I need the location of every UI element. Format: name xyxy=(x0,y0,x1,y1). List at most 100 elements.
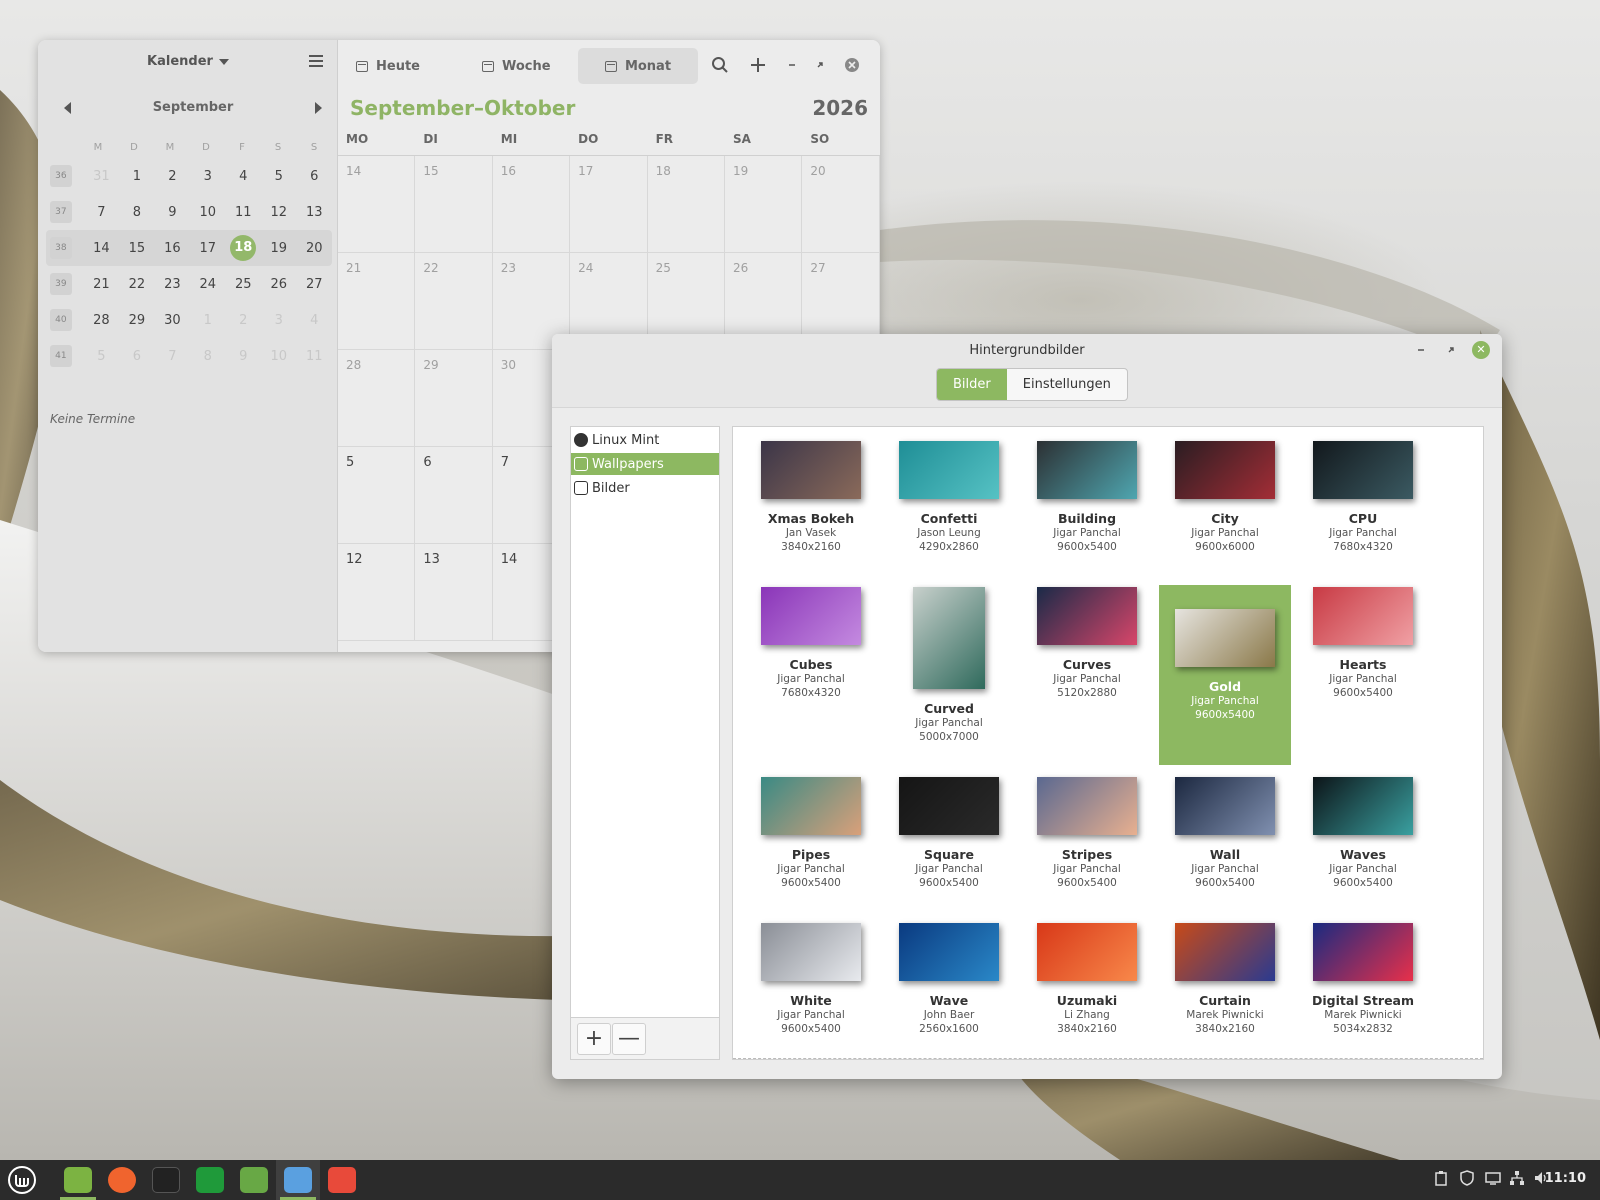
mini-day[interactable]: 27 xyxy=(296,277,331,292)
mini-day[interactable]: 1 xyxy=(119,169,154,184)
mini-day[interactable]: 3 xyxy=(190,169,225,184)
month-day-cell[interactable]: 13 xyxy=(415,544,493,640)
month-day-cell[interactable]: 18 xyxy=(648,156,725,252)
mini-day[interactable]: 24 xyxy=(190,277,225,292)
wallpaper-tile[interactable]: Cubes Jigar Panchal 7680x4320 xyxy=(745,585,877,700)
source-item[interactable]: Linux Mint xyxy=(571,429,719,451)
mini-day[interactable]: 26 xyxy=(261,277,296,292)
taskbar-app-launcher[interactable] xyxy=(56,1160,100,1200)
mini-day[interactable]: 30 xyxy=(155,313,190,328)
mini-day[interactable]: 1 xyxy=(190,313,225,328)
wallpaper-tile[interactable]: Wave John Baer 2560x1600 xyxy=(883,921,1015,1036)
month-day-cell[interactable]: 14 xyxy=(338,156,416,252)
wallpaper-tile[interactable]: White Jigar Panchal 9600x5400 xyxy=(745,921,877,1036)
clipboard-icon[interactable] xyxy=(1432,1170,1450,1188)
next-month-icon[interactable] xyxy=(315,102,322,114)
wallpaper-tile[interactable]: Stripes Jigar Panchal 9600x5400 xyxy=(1021,775,1153,890)
mini-day[interactable]: 5 xyxy=(84,349,119,364)
mini-day[interactable]: 6 xyxy=(119,349,154,364)
wallpaper-tile[interactable]: Square Jigar Panchal 9600x5400 xyxy=(883,775,1015,890)
month-day-cell[interactable]: 12 xyxy=(338,544,416,640)
remove-source-button[interactable]: — xyxy=(612,1023,646,1055)
tab-images[interactable]: Bilder xyxy=(937,369,1007,400)
month-day-cell[interactable]: 16 xyxy=(493,156,571,252)
hamburger-menu-icon[interactable] xyxy=(309,55,323,67)
maximize-icon[interactable] xyxy=(1442,341,1460,359)
mini-day[interactable]: 3 xyxy=(261,313,296,328)
mini-day-today[interactable]: 18 xyxy=(226,235,261,261)
mini-day[interactable]: 12 xyxy=(261,205,296,220)
mini-day[interactable]: 9 xyxy=(226,349,261,364)
network-icon[interactable] xyxy=(1508,1170,1526,1188)
close-icon[interactable]: ✕ xyxy=(1472,341,1490,359)
mini-day[interactable]: 6 xyxy=(296,169,331,184)
shield-icon[interactable] xyxy=(1458,1170,1476,1188)
wallpaper-tile[interactable]: Confetti Jason Leung 4290x2860 xyxy=(883,439,1015,554)
tab-settings[interactable]: Einstellungen xyxy=(1007,369,1127,400)
mini-day[interactable]: 19 xyxy=(261,241,296,256)
month-day-cell[interactable]: 21 xyxy=(338,253,416,349)
taskbar-app-launcher[interactable] xyxy=(188,1160,232,1200)
mini-day[interactable]: 9 xyxy=(155,205,190,220)
wallpaper-tile[interactable]: Gold Jigar Panchal 9600x5400 xyxy=(1159,585,1291,765)
display-icon[interactable] xyxy=(1484,1170,1502,1188)
source-item[interactable]: Wallpapers xyxy=(571,453,719,475)
mini-day[interactable]: 10 xyxy=(190,205,225,220)
mini-day[interactable]: 14 xyxy=(84,241,119,256)
mini-day[interactable]: 4 xyxy=(226,169,261,184)
month-day-cell[interactable]: 19 xyxy=(725,156,803,252)
add-event-icon[interactable] xyxy=(748,56,768,76)
taskbar-app-launcher[interactable] xyxy=(232,1160,276,1200)
wallpaper-tile[interactable]: Digital Stream Marek Piwnicki 5034x2832 xyxy=(1297,921,1429,1036)
month-day-cell[interactable]: 6 xyxy=(415,447,493,543)
add-source-button[interactable]: + xyxy=(577,1023,611,1055)
view-today-button[interactable]: Heute xyxy=(342,48,434,84)
wallpaper-tile[interactable]: Wall Jigar Panchal 9600x5400 xyxy=(1159,775,1291,890)
view-week-button[interactable]: Woche xyxy=(468,48,565,84)
month-day-cell[interactable]: 5 xyxy=(338,447,416,543)
mini-day[interactable]: 17 xyxy=(190,241,225,256)
minimize-icon[interactable] xyxy=(1412,341,1430,359)
view-month-button[interactable]: Monat xyxy=(578,48,698,84)
taskbar-app-launcher[interactable] xyxy=(144,1160,188,1200)
mini-day[interactable]: 23 xyxy=(155,277,190,292)
mini-day[interactable]: 7 xyxy=(84,205,119,220)
month-day-cell[interactable]: 15 xyxy=(415,156,493,252)
mini-day[interactable]: 2 xyxy=(155,169,190,184)
wallpaper-tile[interactable]: Building Jigar Panchal 9600x5400 xyxy=(1021,439,1153,554)
wallpaper-tile[interactable]: Curved Jigar Panchal 5000x7000 xyxy=(883,585,1015,744)
mini-day[interactable]: 28 xyxy=(84,313,119,328)
month-day-cell[interactable]: 17 xyxy=(570,156,648,252)
mini-day[interactable]: 8 xyxy=(190,349,225,364)
mini-day[interactable]: 25 xyxy=(226,277,261,292)
search-icon[interactable] xyxy=(710,56,730,76)
maximize-icon[interactable] xyxy=(810,56,830,76)
mini-day[interactable]: 7 xyxy=(155,349,190,364)
month-day-cell[interactable]: 29 xyxy=(415,350,493,446)
mini-day[interactable]: 11 xyxy=(226,205,261,220)
month-day-cell[interactable]: 28 xyxy=(338,350,416,446)
menu-button[interactable] xyxy=(0,1160,44,1200)
wallpaper-tile[interactable]: Curtain Marek Piwnicki 3840x2160 xyxy=(1159,921,1291,1036)
clock[interactable]: 11:10 xyxy=(1545,1171,1586,1186)
mini-day[interactable]: 11 xyxy=(296,349,331,364)
close-icon[interactable] xyxy=(842,56,862,76)
month-day-cell[interactable]: 20 xyxy=(802,156,880,252)
mini-day[interactable]: 15 xyxy=(119,241,154,256)
calendar-selector[interactable]: Kalender xyxy=(38,54,338,69)
wallpaper-tile[interactable]: Hearts Jigar Panchal 9600x5400 xyxy=(1297,585,1429,700)
mini-day[interactable]: 29 xyxy=(119,313,154,328)
source-item[interactable]: Bilder xyxy=(571,477,719,499)
wallpaper-tile[interactable]: City Jigar Panchal 9600x6000 xyxy=(1159,439,1291,554)
wallpaper-tile[interactable]: Xmas Bokeh Jan Vasek 3840x2160 xyxy=(745,439,877,554)
wallpaper-tile[interactable]: Curves Jigar Panchal 5120x2880 xyxy=(1021,585,1153,700)
taskbar-app-launcher[interactable] xyxy=(276,1160,320,1200)
month-day-cell[interactable]: 22 xyxy=(415,253,493,349)
mini-day[interactable]: 8 xyxy=(119,205,154,220)
minimize-icon[interactable] xyxy=(782,56,802,76)
mini-day[interactable]: 4 xyxy=(296,313,331,328)
wallpaper-tile[interactable]: Uzumaki Li Zhang 3840x2160 xyxy=(1021,921,1153,1036)
mini-day[interactable]: 21 xyxy=(84,277,119,292)
mini-day[interactable]: 2 xyxy=(226,313,261,328)
mini-day[interactable]: 20 xyxy=(296,241,331,256)
